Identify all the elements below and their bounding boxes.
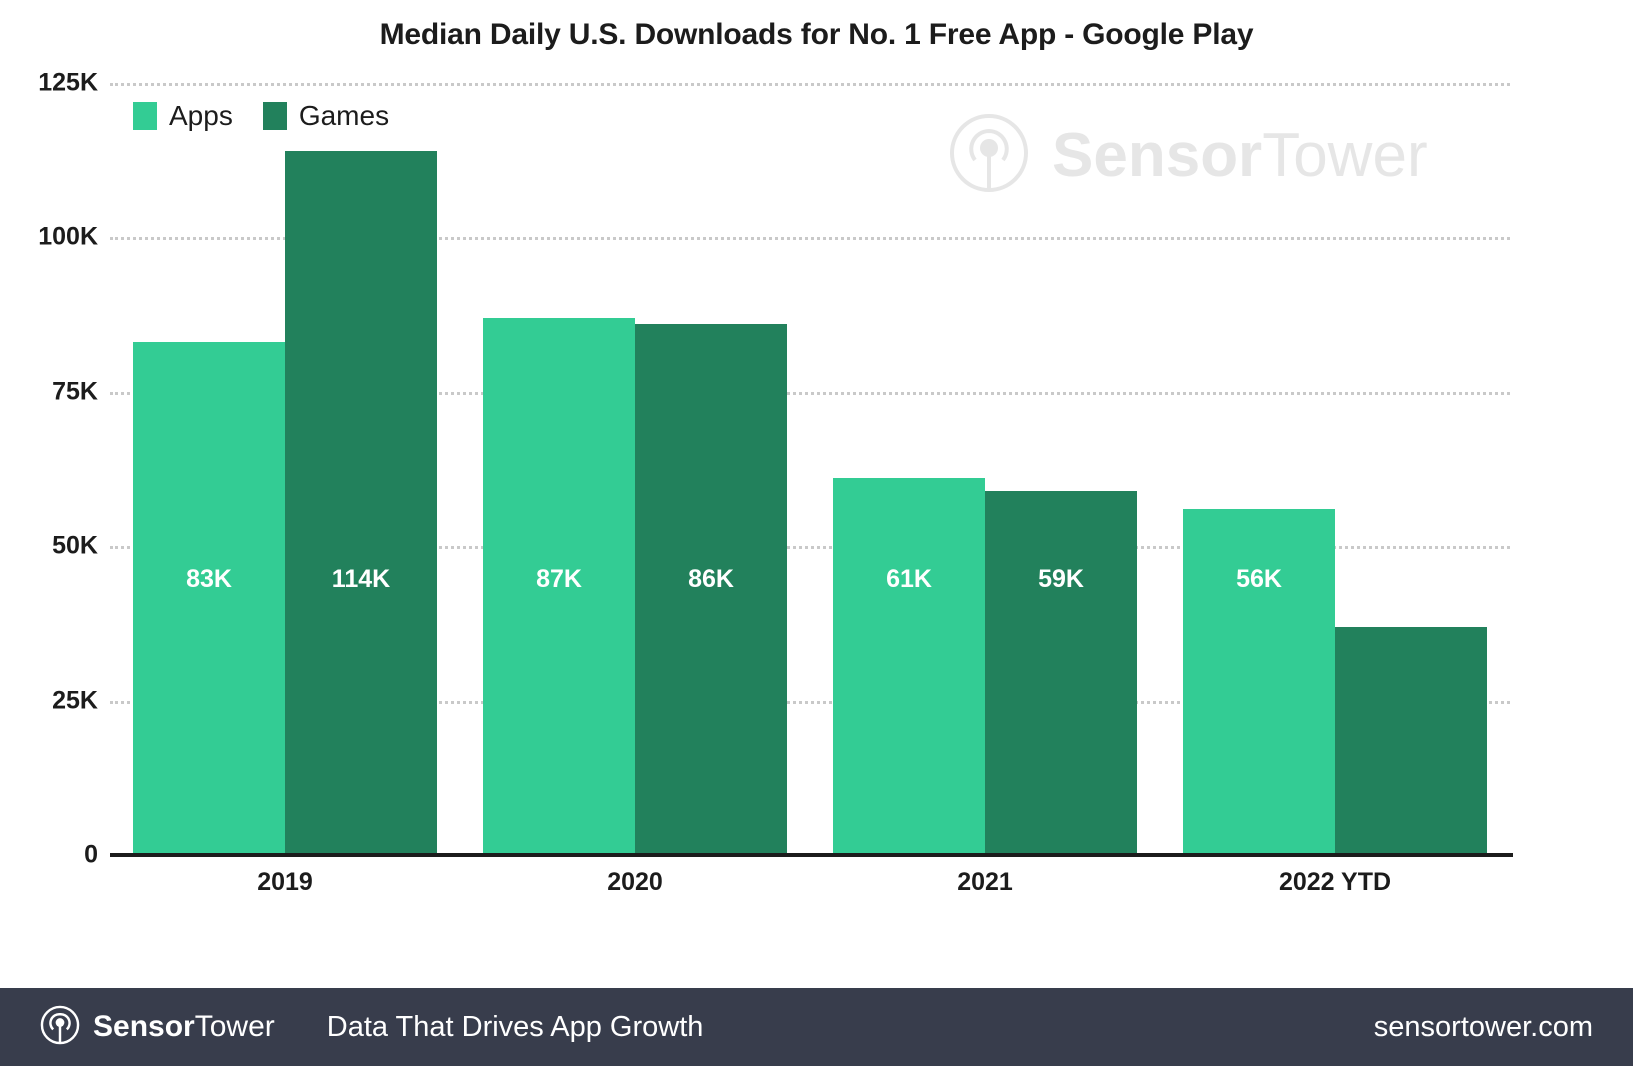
footer-logo: SensorTower (40, 1005, 275, 1050)
footer-bar: SensorTower Data That Drives App Growth … (0, 988, 1633, 1066)
x-axis-tick-label: 2022 YTD (1278, 868, 1392, 896)
x-axis-baseline (110, 853, 1513, 857)
legend-label: Games (298, 100, 390, 131)
bar-apps-2022-YTD[interactable]: 56K (1183, 509, 1335, 855)
bar-value-label: 56K (1236, 565, 1282, 593)
sensor-tower-logo-icon (948, 112, 1030, 199)
bar-games-2022-YTD[interactable]: 37K (1335, 565, 1487, 855)
legend-swatch-icon (262, 102, 287, 130)
bar-apps-2021[interactable]: 61K (833, 478, 985, 855)
x-axis-tick-label: 2021 (957, 868, 1013, 896)
bar-value-label: 87K (536, 565, 582, 593)
y-axis: 125K 100K 75K 50K 25K 0 (0, 0, 98, 1066)
bar-value-label: 86K (688, 565, 734, 593)
x-axis-tick-label: 2019 (257, 868, 313, 896)
bar-value-label: 59K (1038, 565, 1084, 593)
page-title: Median Daily U.S. Downloads for No. 1 Fr… (379, 18, 1254, 51)
footer-brand-bold: Sensor (93, 1010, 195, 1043)
y-axis-tick-label: 50K (52, 531, 98, 560)
legend-item-games[interactable]: Games (262, 100, 390, 132)
watermark: SensorTower (948, 112, 1428, 199)
watermark-brand-light: Tower (1262, 120, 1428, 190)
sensor-tower-logo-icon (40, 1005, 80, 1050)
bar-value-label: 114K (331, 565, 391, 593)
legend-swatch-icon (133, 102, 157, 130)
bar-apps-2020[interactable]: 87K (483, 317, 635, 855)
y-axis-tick-label: 75K (52, 377, 98, 406)
footer-tagline: Data That Drives App Growth (326, 1010, 704, 1043)
y-axis-tick-label: 25K (52, 686, 98, 715)
bar-apps-2019[interactable]: 83K (133, 342, 285, 855)
chart-legend: Apps Games (133, 100, 403, 132)
bar-value-label: 37K (1388, 565, 1434, 594)
y-axis-tick-label: 125K (38, 68, 98, 97)
x-axis-tick-label: 2020 (607, 868, 663, 896)
y-axis-tick-label: 100K (38, 222, 98, 251)
bar-value-label: 83K (186, 565, 232, 593)
legend-label: Apps (169, 100, 233, 131)
watermark-brand-bold: Sensor (1052, 120, 1263, 190)
footer-url[interactable]: sensortower.com (1374, 1011, 1593, 1044)
bar-games-2021[interactable]: 59K (985, 490, 1137, 855)
bar-games-2020[interactable]: 86K (635, 323, 787, 855)
bar-value-label: 61K (886, 565, 932, 593)
legend-item-apps[interactable]: Apps (133, 100, 233, 132)
bar-games-2019[interactable]: 114K (285, 150, 437, 855)
y-axis-tick-label: 0 (84, 840, 98, 869)
footer-brand-light: Tower (194, 1010, 275, 1043)
gridline (110, 83, 1510, 86)
